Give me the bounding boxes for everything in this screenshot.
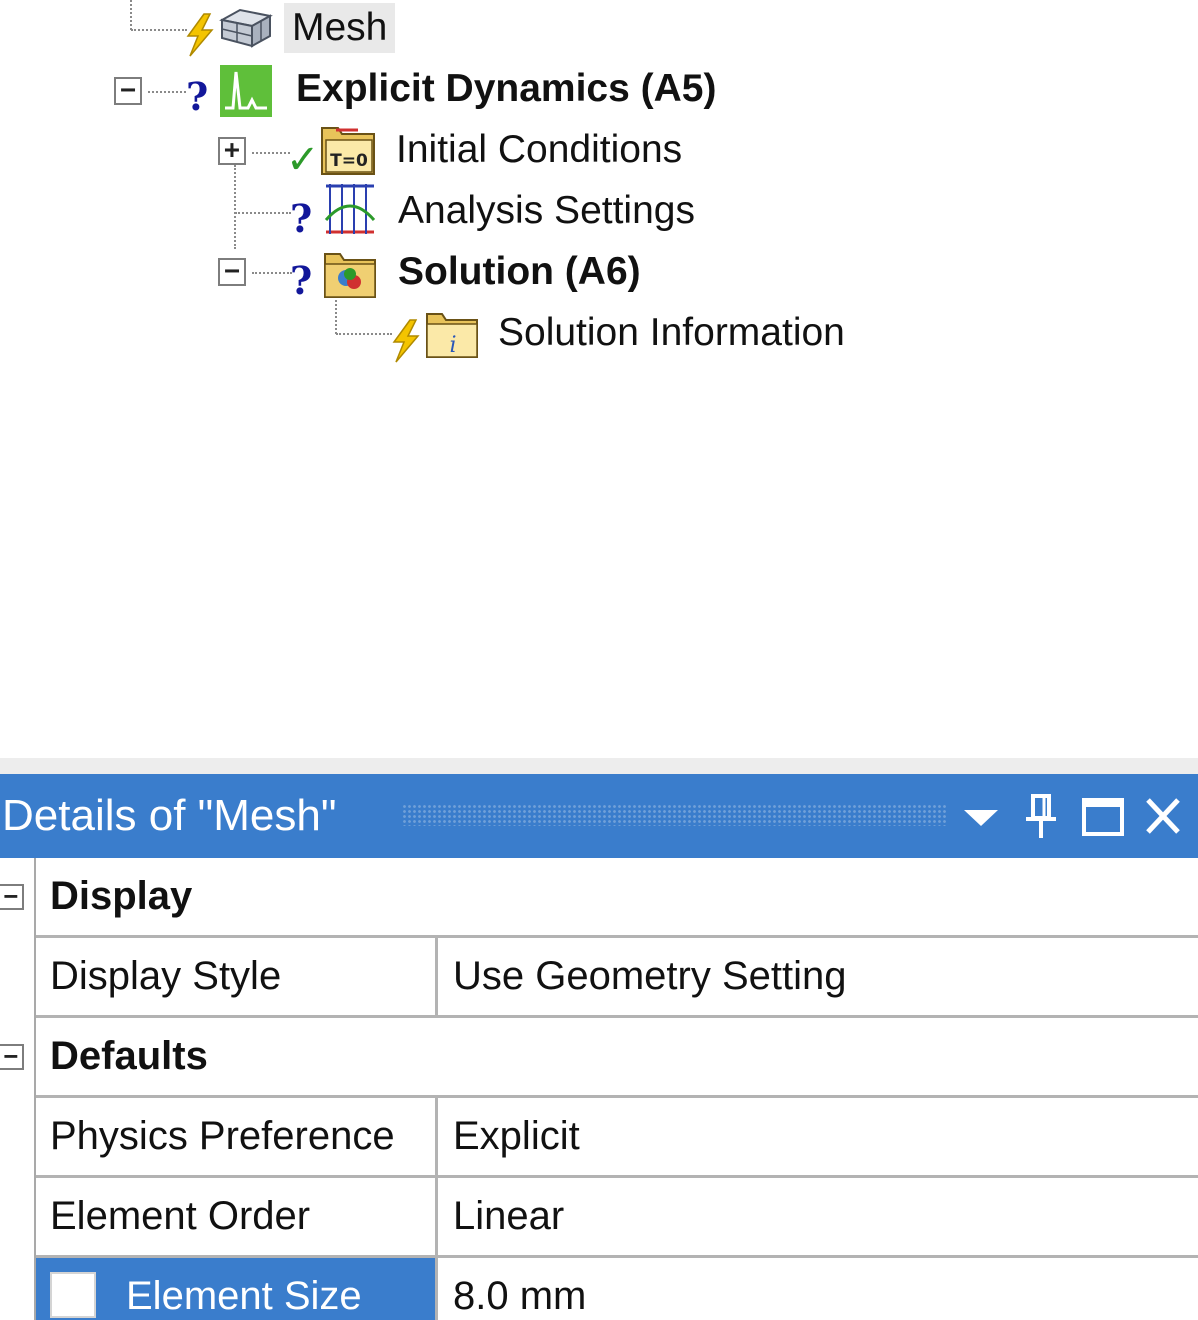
tree-connector xyxy=(148,91,186,93)
tree-item-label: Solution (A6) xyxy=(398,250,641,293)
expand-toggle[interactable]: + xyxy=(218,137,246,165)
property-row-element-size[interactable]: Element Size 8.0 mm xyxy=(36,1258,1198,1320)
property-row-element-order[interactable]: Element Order Linear xyxy=(36,1178,1198,1258)
tree-connector xyxy=(336,333,392,335)
drag-grip[interactable] xyxy=(402,804,947,826)
property-value[interactable]: Use Geometry Setting xyxy=(441,938,1198,1015)
details-header: Details of "Mesh" xyxy=(0,774,1198,858)
outline-tree: Mesh − ? Explicit Dynamics (A5) + ✓ T=0 … xyxy=(0,0,1198,758)
parameter-checkbox[interactable] xyxy=(50,1272,96,1318)
lightning-icon xyxy=(392,319,420,363)
explicit-dynamics-icon xyxy=(220,65,272,117)
check-icon: ✓ xyxy=(286,137,320,183)
category-row-display[interactable]: Display xyxy=(36,858,1198,938)
tree-connector xyxy=(252,152,290,154)
analysis-settings-icon xyxy=(324,184,376,234)
details-grid: − − Display Display Style Use Geometry S… xyxy=(0,858,1198,1320)
property-name: Display Style xyxy=(36,938,438,1015)
property-name-selected: Element Size xyxy=(36,1258,438,1320)
initial-conditions-icon: T=0 xyxy=(321,127,375,175)
tree-connector xyxy=(131,29,187,31)
pin-icon[interactable] xyxy=(1016,788,1066,844)
property-value[interactable]: Linear xyxy=(441,1178,1198,1255)
solution-information-icon: i xyxy=(426,313,478,358)
dropdown-icon[interactable] xyxy=(956,788,1006,844)
category-label: Display xyxy=(50,874,193,918)
tree-connector xyxy=(235,212,291,214)
property-row-display-style[interactable]: Display Style Use Geometry Setting xyxy=(36,938,1198,1018)
property-name: Physics Preference xyxy=(36,1098,438,1175)
property-name: Element Size xyxy=(126,1274,362,1318)
tree-connector xyxy=(252,272,292,274)
tree-connector xyxy=(234,165,236,249)
tree-item-label: Analysis Settings xyxy=(398,189,695,232)
property-row-physics-preference[interactable]: Physics Preference Explicit xyxy=(36,1098,1198,1178)
solution-icon xyxy=(324,253,376,298)
collapse-toggle[interactable]: − xyxy=(218,258,246,286)
tree-item-label: Initial Conditions xyxy=(396,128,683,171)
close-icon[interactable] xyxy=(1138,788,1188,844)
tree-item-label: Mesh xyxy=(284,3,396,53)
category-row-defaults[interactable]: Defaults xyxy=(36,1018,1198,1098)
lightning-icon xyxy=(186,13,214,57)
pane-splitter[interactable] xyxy=(0,758,1198,774)
question-icon: ? xyxy=(186,74,209,119)
t0-text: T=0 xyxy=(330,151,368,171)
category-collapse-toggle[interactable]: − xyxy=(0,1044,24,1070)
collapse-toggle[interactable]: − xyxy=(114,77,142,105)
info-text: i xyxy=(449,333,456,358)
category-collapse-toggle[interactable]: − xyxy=(0,884,24,910)
category-label: Defaults xyxy=(50,1034,208,1078)
question-icon: ? xyxy=(290,196,313,241)
property-value[interactable]: Explicit xyxy=(441,1098,1198,1175)
tree-connector xyxy=(130,0,132,30)
tree-item-label: Solution Information xyxy=(498,311,845,354)
grid-gutter: − − xyxy=(0,858,36,1320)
question-icon: ? xyxy=(290,258,313,303)
property-value[interactable]: 8.0 mm xyxy=(441,1258,1198,1320)
mesh-icon xyxy=(219,8,273,48)
details-title: Details of "Mesh" xyxy=(2,791,337,840)
tree-item-label: Explicit Dynamics (A5) xyxy=(296,67,717,110)
maximize-icon[interactable] xyxy=(1078,788,1128,844)
property-name: Element Order xyxy=(36,1178,438,1255)
